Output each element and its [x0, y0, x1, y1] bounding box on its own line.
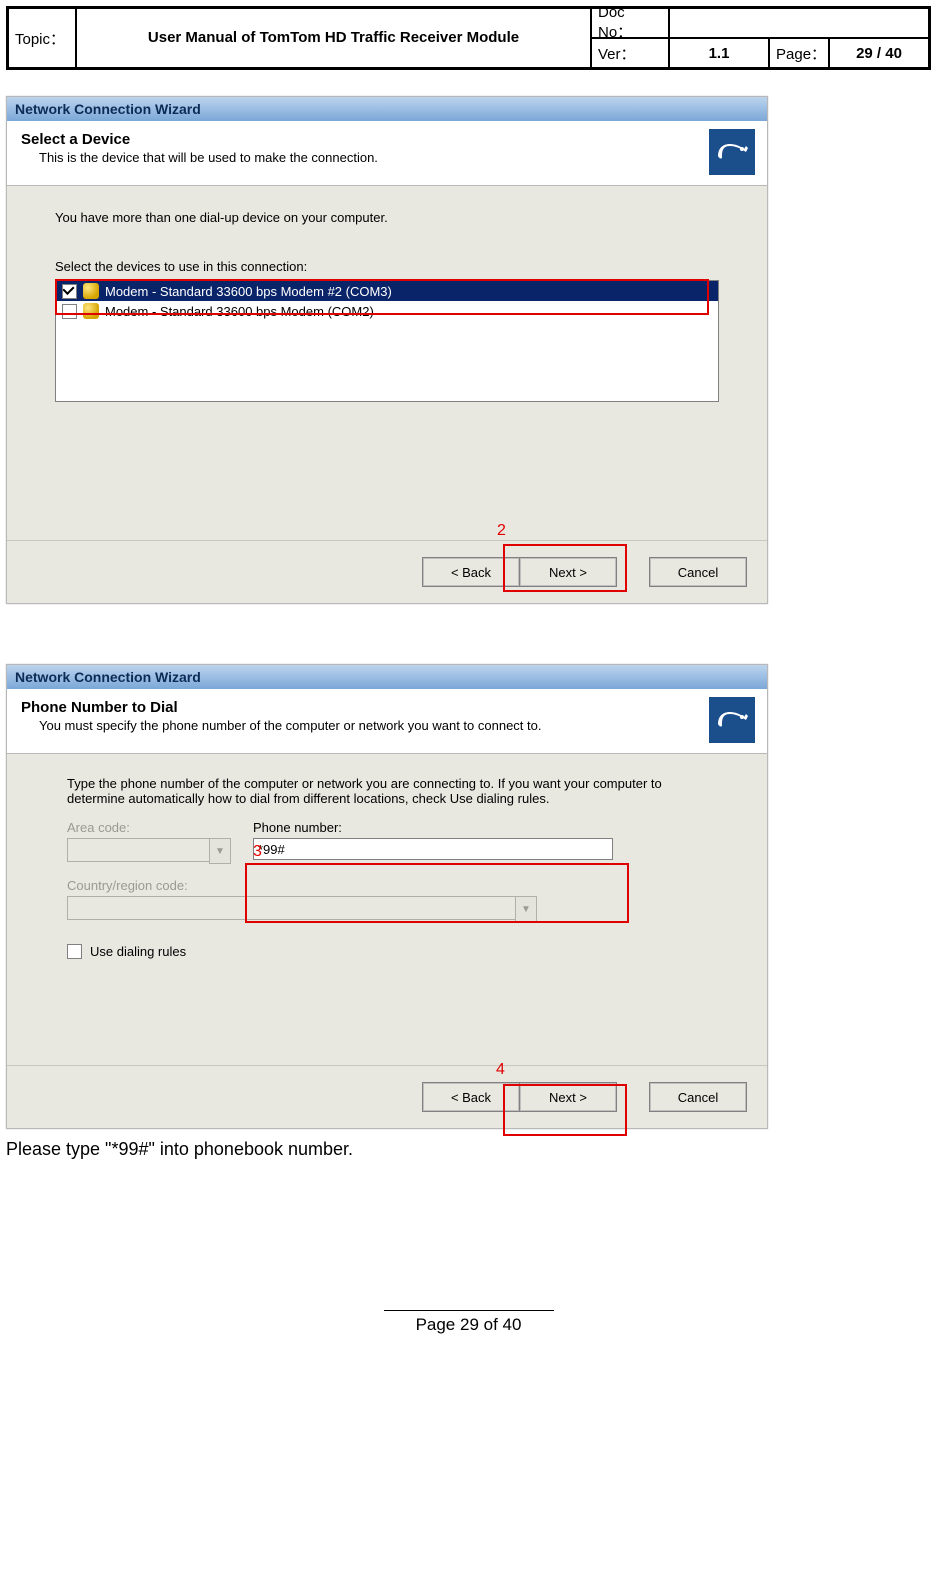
device-listbox[interactable]: Modem - Standard 33600 bps Modem #2 (COM… — [55, 280, 719, 402]
phone-number-label: Phone number: — [253, 820, 613, 835]
area-code-label: Area code: — [67, 820, 231, 835]
wizard-body-text-2: Select the devices to use in this connec… — [55, 259, 719, 274]
use-dialing-checkbox[interactable] — [67, 944, 82, 959]
device-label-selected: Modem - Standard 33600 bps Modem #2 (COM… — [105, 284, 392, 299]
wizard-footer: < Back Next > Cancel — [7, 1065, 767, 1128]
modem-icon — [83, 283, 99, 299]
screenshot-2: Network Connection Wizard Phone Number t… — [6, 664, 768, 1129]
device-row-selected[interactable]: Modem - Standard 33600 bps Modem #2 (COM… — [56, 281, 718, 301]
doc-title: User Manual of TomTom HD Traffic Receive… — [76, 8, 591, 68]
device-icon — [709, 697, 755, 743]
annotation-2-number: 2 — [497, 522, 506, 540]
use-dialing-label: Use dialing rules — [90, 944, 186, 959]
cancel-button[interactable]: Cancel — [649, 557, 747, 587]
wizard-body-text-1: Type the phone number of the computer or… — [67, 776, 707, 806]
back-button[interactable]: < Back — [422, 1082, 520, 1112]
wizard-footer: < Back Next > Cancel — [7, 540, 767, 603]
screenshot-1: 1 Network Connection Wizard Select a Dev… — [6, 70, 768, 604]
wizard-body-text-1: You have more than one dial-up device on… — [55, 210, 719, 225]
wizard-titlebar: Network Connection Wizard — [7, 97, 767, 121]
wizard-window-1: Network Connection Wizard Select a Devic… — [6, 96, 768, 604]
device-label: Modem - Standard 33600 bps Modem (COM2) — [105, 304, 374, 319]
page-label: Page： — [769, 38, 829, 68]
ver-value: 1.1 — [669, 38, 769, 68]
page-footer: Page 29 of 40 — [6, 1310, 931, 1335]
wizard-header: Phone Number to Dial You must specify th… — [7, 689, 767, 754]
wizard-head-title: Phone Number to Dial — [21, 699, 753, 716]
modem-icon — [83, 303, 99, 319]
back-button[interactable]: < Back — [422, 557, 520, 587]
next-button[interactable]: Next > — [519, 557, 617, 587]
wizard-head-sub: This is the device that will be used to … — [21, 150, 753, 165]
docno-label: Doc No： — [591, 8, 669, 38]
dropdown-arrow-icon: ▼ — [515, 896, 537, 922]
page-value: 29 / 40 — [829, 38, 929, 68]
note-text: Please type "*99#" into phonebook number… — [6, 1139, 931, 1160]
cancel-button[interactable]: Cancel — [649, 1082, 747, 1112]
doc-header: Topic： User Manual of TomTom HD Traffic … — [6, 6, 931, 70]
docno-value — [669, 8, 929, 38]
area-code-combo: ▼ — [67, 838, 231, 864]
next-button[interactable]: Next > — [519, 1082, 617, 1112]
wizard-head-title: Select a Device — [21, 131, 753, 148]
wizard-header: Select a Device This is the device that … — [7, 121, 767, 186]
wizard-window-2: Network Connection Wizard Phone Number t… — [6, 664, 768, 1129]
device-icon — [709, 129, 755, 175]
country-code-label: Country/region code: — [67, 878, 537, 893]
dropdown-arrow-icon: ▼ — [209, 838, 231, 864]
topic-label: Topic： — [8, 8, 76, 68]
annotation-4-number: 4 — [496, 1061, 505, 1079]
phone-number-input[interactable] — [253, 838, 613, 860]
wizard-titlebar: Network Connection Wizard — [7, 665, 767, 689]
annotation-3-number: 3 — [253, 843, 262, 861]
page-number: Page 29 of 40 — [416, 1315, 522, 1334]
checkbox-icon[interactable] — [62, 284, 77, 299]
wizard-head-sub: You must specify the phone number of the… — [21, 718, 753, 733]
country-code-combo: ▼ — [67, 896, 537, 922]
ver-label: Ver： — [591, 38, 669, 68]
device-row[interactable]: Modem - Standard 33600 bps Modem (COM2) — [56, 301, 718, 321]
checkbox-icon[interactable] — [62, 304, 77, 319]
